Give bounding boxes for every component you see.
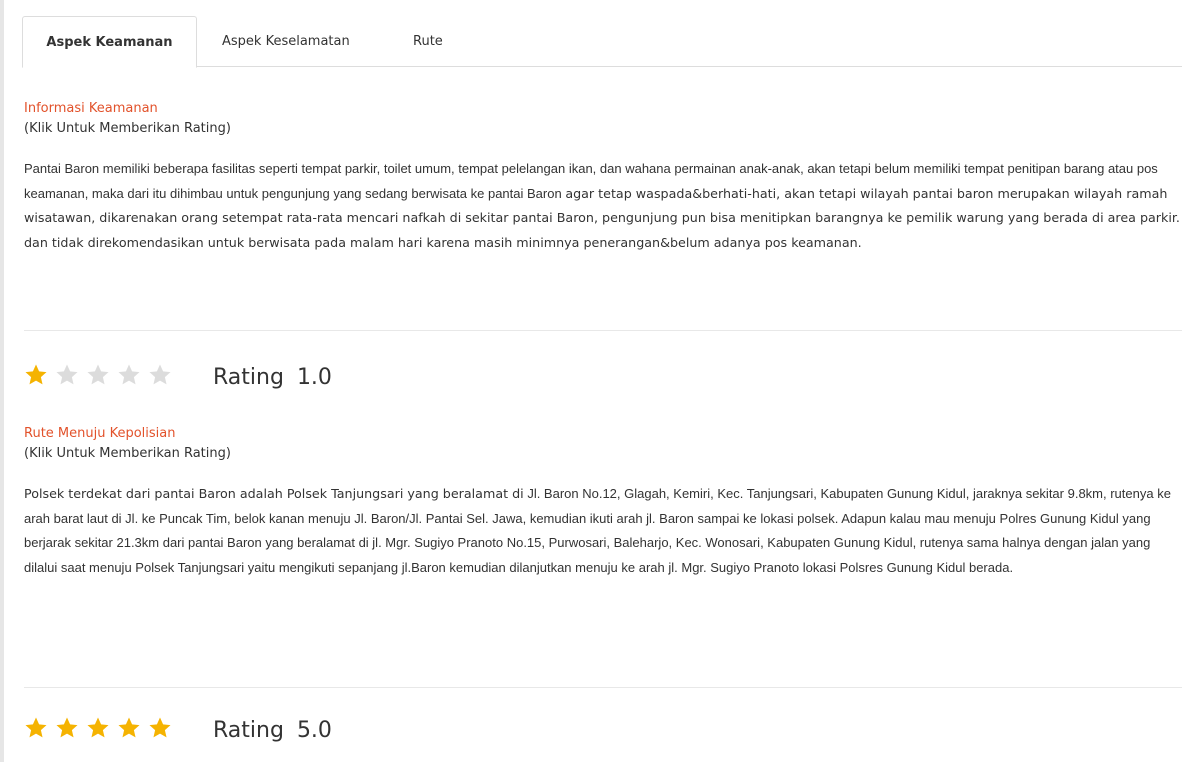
tab-aspek-keamanan[interactable]: Aspek Keamanan (22, 16, 197, 68)
rating-word: Rating (213, 717, 284, 743)
section-title[interactable]: Rute Menuju Kepolisian (24, 424, 1182, 444)
section-rute-kepolisian: Rute Menuju Kepolisian (Klik Untuk Membe… (24, 424, 1182, 580)
tab-aspek-keselamatan[interactable]: Aspek Keselamatan (206, 16, 366, 67)
star-icon[interactable] (55, 716, 86, 744)
section-paragraph: Polsek terdekat dari pantai Baron adalah… (24, 482, 1182, 580)
star-icon[interactable] (117, 716, 148, 744)
rating-value: 1.0 (296, 364, 332, 390)
rating-word: Rating (213, 364, 284, 390)
star-rating[interactable] (24, 363, 179, 391)
star-icon[interactable] (55, 363, 86, 391)
section-paragraph: Pantai Baron memiliki beberapa fasilitas… (24, 157, 1182, 255)
rating-row: Rating 5.0 (24, 713, 332, 747)
star-icon[interactable] (117, 363, 148, 391)
rating-label: Rating 1.0 (213, 365, 332, 390)
rating-hint: (Klik Untuk Memberikan Rating) (24, 446, 231, 461)
star-icon[interactable] (148, 363, 179, 391)
left-border (0, 0, 4, 762)
section-informasi-keamanan: Informasi Keamanan (Klik Untuk Memberika… (24, 99, 1182, 255)
rating-row: Rating 1.0 (24, 360, 332, 394)
star-icon[interactable] (148, 716, 179, 744)
star-rating[interactable] (24, 716, 179, 744)
paragraph-part-a: Polsek terdekat dari pantai Baron adalah… (24, 486, 524, 501)
star-icon[interactable] (24, 716, 55, 744)
divider (24, 687, 1182, 688)
star-icon[interactable] (86, 363, 117, 391)
tab-rute[interactable]: Rute (397, 16, 459, 67)
rating-label: Rating 5.0 (213, 718, 332, 743)
section-title[interactable]: Informasi Keamanan (24, 99, 1182, 119)
divider (24, 330, 1182, 331)
tab-bar: Aspek Keamanan Aspek Keselamatan Rute (22, 16, 1182, 68)
star-icon[interactable] (24, 363, 55, 391)
star-icon[interactable] (86, 716, 117, 744)
rating-value: 5.0 (296, 717, 332, 743)
rating-hint: (Klik Untuk Memberikan Rating) (24, 121, 231, 136)
